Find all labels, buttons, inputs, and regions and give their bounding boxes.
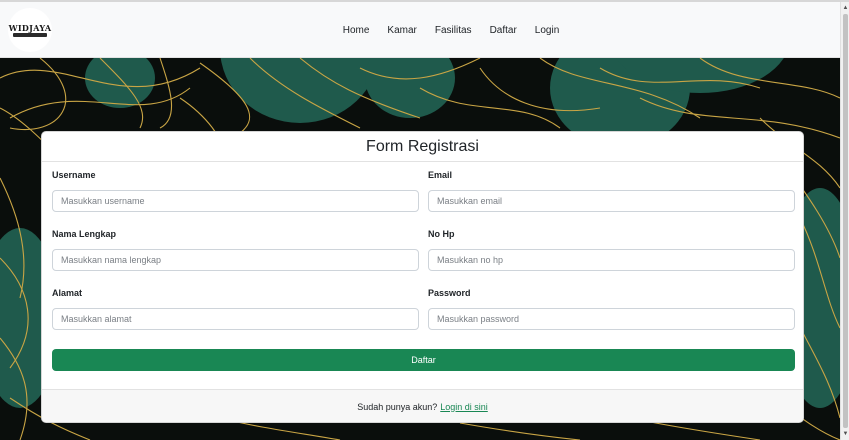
no-hp-input[interactable] [428,249,795,271]
card-header: Form Registrasi [42,132,803,162]
nama-lengkap-group: Nama Lengkap [52,229,419,271]
nav-link-kamar[interactable]: Kamar [378,25,425,36]
email-label: Email [428,170,453,180]
nav-menu: Home Kamar Fasilitas Daftar Login [0,2,840,58]
alamat-label: Alamat [52,288,83,298]
nav-link-fasilitas[interactable]: Fasilitas [426,25,481,36]
login-link[interactable]: Login di sini [440,402,488,412]
username-label: Username [52,170,96,180]
footer-text: Sudah punya akun? [357,401,438,412]
page-scrollbar[interactable]: ▲ ▼ [840,2,849,440]
no-hp-group: No Hp [428,229,795,271]
card-footer: Sudah punya akun? Login di sini [42,389,803,422]
nav-link-login[interactable]: Login [526,25,568,36]
registration-card: Form Registrasi Username Email Nama Leng… [41,131,804,423]
password-input[interactable] [428,308,795,330]
nav-link-daftar[interactable]: Daftar [481,25,526,36]
navbar: WIDJAYA Home Kamar Fasilitas Daftar Logi… [0,2,840,58]
username-input[interactable] [52,190,419,212]
username-group: Username [52,170,419,212]
no-hp-label: No Hp [428,229,455,239]
password-group: Password [428,288,795,330]
password-label: Password [428,288,471,298]
form-title: Form Registrasi [366,137,479,155]
nama-lengkap-input[interactable] [52,249,419,271]
nama-lengkap-label: Nama Lengkap [52,229,117,239]
scroll-down-icon[interactable]: ▼ [842,430,849,438]
scroll-thumb[interactable] [843,14,848,428]
scroll-up-icon[interactable]: ▲ [842,4,849,12]
daftar-submit-button[interactable]: Daftar [52,349,795,371]
alamat-input[interactable] [52,308,419,330]
nav-link-home[interactable]: Home [334,25,379,36]
alamat-group: Alamat [52,288,419,330]
email-group: Email [428,170,795,212]
email-input[interactable] [428,190,795,212]
